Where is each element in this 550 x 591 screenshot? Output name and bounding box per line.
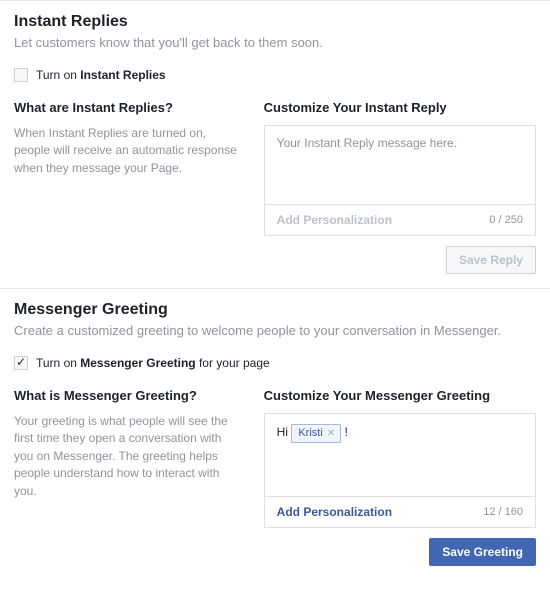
instant-replies-right-heading: Customize Your Instant Reply	[264, 100, 536, 115]
instant-replies-columns: What are Instant Replies? When Instant R…	[14, 100, 536, 274]
messenger-greeting-footer: Add Personalization 12 / 160	[265, 496, 535, 527]
messenger-greeting-columns: What is Messenger Greeting? Your greetin…	[14, 388, 536, 566]
messenger-greeting-textarea[interactable]: Hi Kristi✕ ! Add Personalization 12 / 16…	[264, 413, 536, 528]
instant-reply-footer: Add Personalization 0 / 250	[265, 204, 535, 235]
instant-reply-textarea[interactable]: Your Instant Reply message here. Add Per…	[264, 125, 536, 236]
instant-replies-left: What are Instant Replies? When Instant R…	[14, 100, 244, 274]
instant-replies-right: Customize Your Instant Reply Your Instan…	[264, 100, 536, 274]
instant-replies-section: Instant Replies Let customers know that …	[0, 0, 550, 288]
instant-reply-counter: 0 / 250	[489, 214, 523, 226]
messenger-greeting-left: What is Messenger Greeting? Your greetin…	[14, 388, 244, 566]
instant-replies-desc: When Instant Replies are turned on, peop…	[14, 125, 244, 177]
messenger-greeting-section: Messenger Greeting Create a customized g…	[0, 288, 550, 580]
messenger-greeting-content: Hi Kristi✕ !	[265, 414, 535, 496]
instant-replies-checkbox[interactable]	[14, 68, 28, 82]
instant-reply-placeholder: Your Instant Reply message here.	[265, 126, 535, 204]
section-title: Messenger Greeting	[14, 301, 536, 319]
section-title: Instant Replies	[14, 13, 536, 31]
instant-replies-left-heading: What are Instant Replies?	[14, 100, 244, 115]
section-subtitle: Let customers know that you'll get back …	[14, 35, 536, 50]
personalization-chip[interactable]: Kristi✕	[291, 424, 341, 443]
messenger-greeting-checkbox-label: Turn on Messenger Greeting for your page	[36, 356, 270, 370]
add-personalization-link[interactable]: Add Personalization	[277, 213, 392, 227]
messenger-greeting-desc: Your greeting is what people will see th…	[14, 413, 244, 500]
section-subtitle: Create a customized greeting to welcome …	[14, 323, 536, 338]
messenger-greeting-checkbox[interactable]	[14, 356, 28, 370]
messenger-greeting-right: Customize Your Messenger Greeting Hi Kri…	[264, 388, 536, 566]
turn-on-messenger-greeting-row[interactable]: Turn on Messenger Greeting for your page	[14, 356, 536, 370]
messenger-greeting-button-row: Save Greeting	[264, 538, 536, 566]
save-reply-button[interactable]: Save Reply	[446, 246, 536, 274]
messenger-greeting-left-heading: What is Messenger Greeting?	[14, 388, 244, 403]
instant-replies-checkbox-label: Turn on Instant Replies	[36, 68, 166, 82]
messenger-greeting-right-heading: Customize Your Messenger Greeting	[264, 388, 536, 403]
instant-reply-button-row: Save Reply	[264, 246, 536, 274]
add-personalization-link[interactable]: Add Personalization	[277, 505, 392, 519]
turn-on-instant-replies-row[interactable]: Turn on Instant Replies	[14, 68, 536, 82]
messenger-greeting-counter: 12 / 160	[483, 506, 523, 518]
chip-remove-icon[interactable]: ✕	[327, 428, 335, 439]
save-greeting-button[interactable]: Save Greeting	[429, 538, 536, 566]
